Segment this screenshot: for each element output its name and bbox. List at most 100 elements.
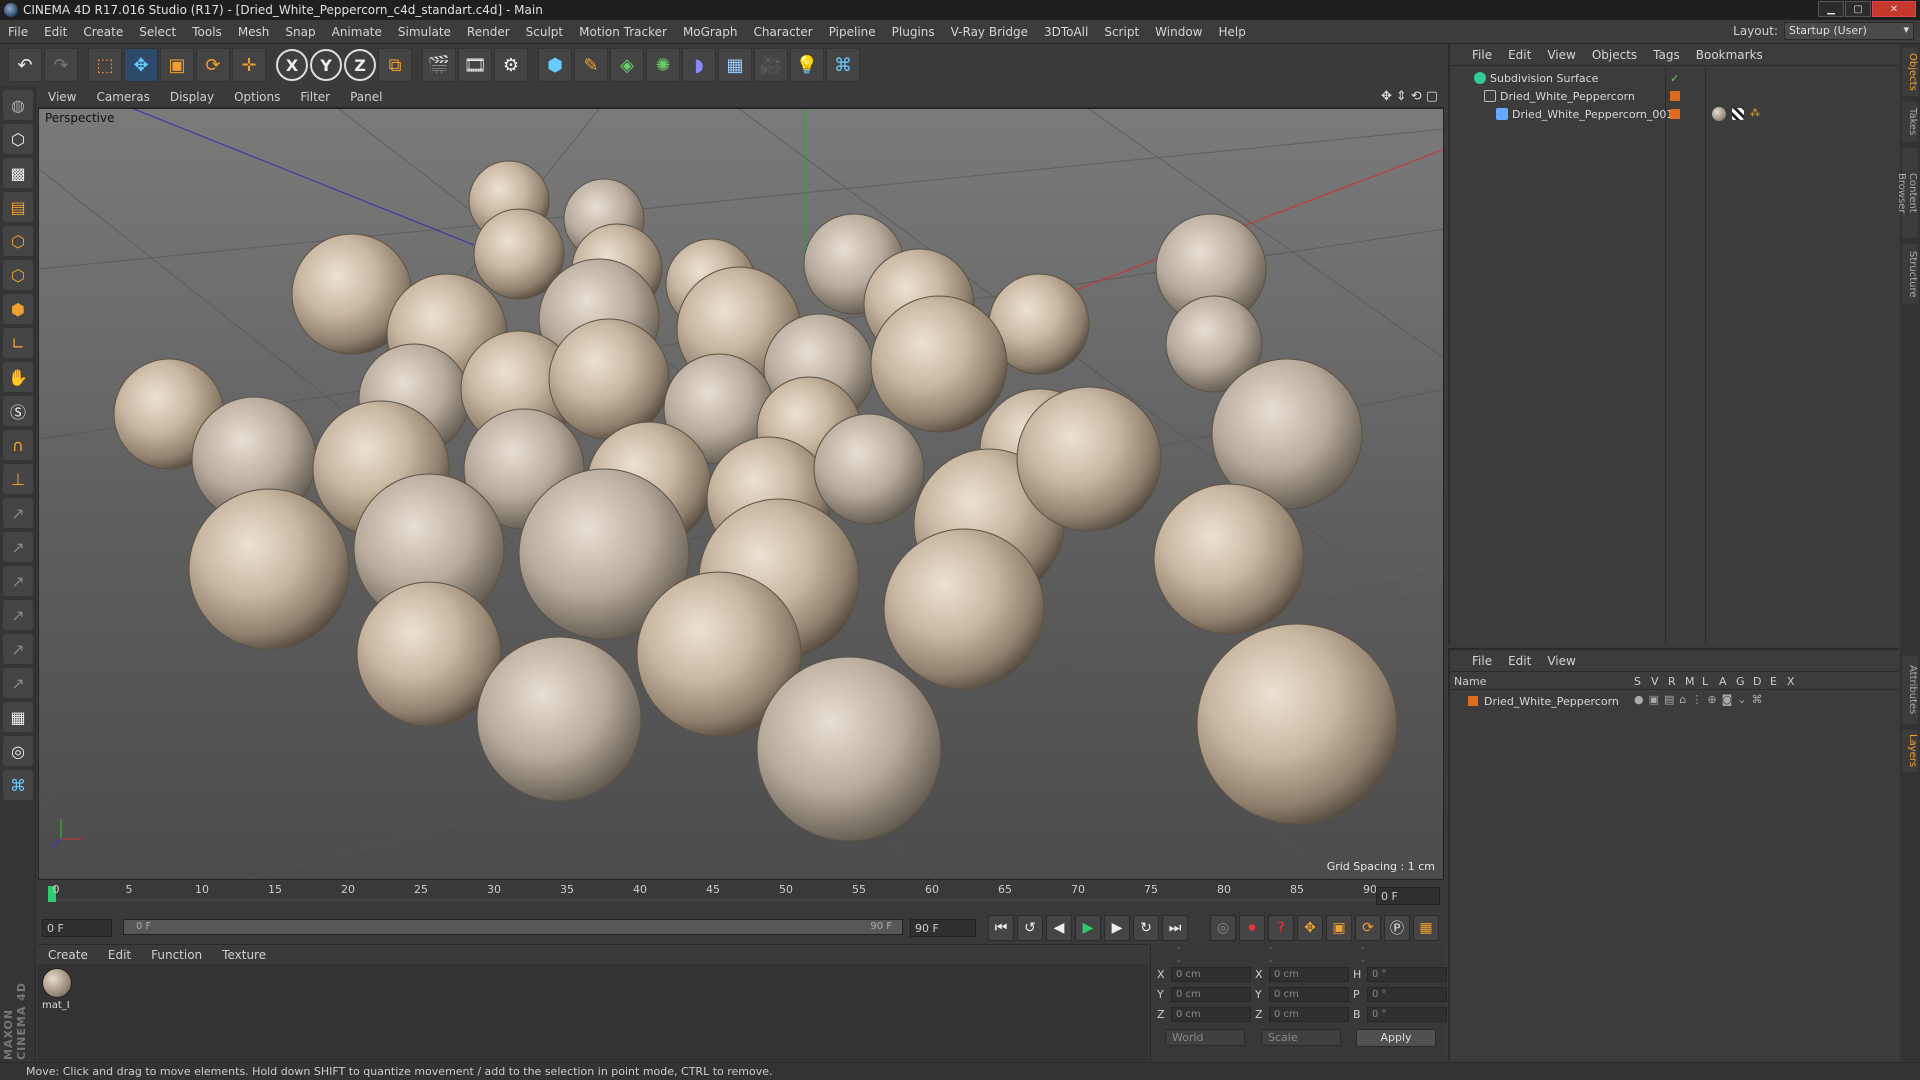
- menu-window[interactable]: Window: [1147, 25, 1210, 39]
- layout-dropdown[interactable]: Startup (User): [1784, 22, 1914, 40]
- live-selection-icon[interactable]: ⬚: [88, 48, 122, 82]
- size-y-field[interactable]: 0 cm: [1269, 986, 1349, 1002]
- viewport-menu-filter[interactable]: Filter: [290, 90, 340, 104]
- object-menu-view[interactable]: View: [1539, 48, 1583, 62]
- menu-sculpt[interactable]: Sculpt: [518, 25, 571, 39]
- tweak-mode-icon[interactable]: ✋: [3, 362, 33, 392]
- frame-ruler[interactable]: 0 5 10 15 20 25 30 35 40 45 50 55 60 65 …: [48, 882, 1378, 912]
- polygons-mode-icon[interactable]: ⬢: [3, 294, 33, 324]
- size-mode-dropdown[interactable]: Scale: [1261, 1029, 1341, 1046]
- column-header[interactable]: R: [1668, 675, 1676, 688]
- column-divider[interactable]: [1705, 66, 1706, 644]
- deformer-icon[interactable]: ◗: [682, 48, 716, 82]
- keyframe-selection-icon[interactable]: ?: [1268, 915, 1294, 941]
- layer-menu-edit[interactable]: Edit: [1500, 654, 1539, 668]
- move-tool-icon[interactable]: ✥: [124, 48, 158, 82]
- object-row[interactable]: Dried_White_Peppercorn: [1450, 87, 1900, 105]
- viewport-menu-cameras[interactable]: Cameras: [86, 90, 159, 104]
- tab-structure[interactable]: Structure: [1902, 244, 1918, 304]
- viewport-menu-panel[interactable]: Panel: [340, 90, 392, 104]
- max-frame-field[interactable]: 90 F: [910, 919, 976, 937]
- material-menu-edit[interactable]: Edit: [98, 948, 141, 962]
- layer-row[interactable]: Dried_White_Peppercorn ●▣▤⌂⋮⊕◙⌄⌘: [1450, 692, 1900, 710]
- object-menu-objects[interactable]: Objects: [1584, 48, 1645, 62]
- checker-lock-icon[interactable]: ▦: [3, 702, 33, 732]
- maximize-button[interactable]: ▢: [1845, 1, 1871, 17]
- material-menu-function[interactable]: Function: [141, 948, 212, 962]
- column-header[interactable]: V: [1651, 675, 1659, 688]
- close-button[interactable]: ✕: [1872, 1, 1916, 17]
- layer-color-swatch[interactable]: [1468, 696, 1478, 706]
- workplane-icon[interactable]: ▤: [3, 192, 33, 222]
- tab-attributes[interactable]: Attributes: [1902, 656, 1918, 724]
- column-header[interactable]: E: [1770, 675, 1777, 688]
- position-z-field[interactable]: 0 cm: [1171, 1006, 1251, 1022]
- viewport-camera-label[interactable]: Perspective: [45, 111, 115, 125]
- pan-icon[interactable]: ✥: [1381, 89, 1392, 104]
- scale-tool-icon[interactable]: ▣: [160, 48, 194, 82]
- object-row[interactable]: Subdivision Surface ✓: [1450, 69, 1900, 87]
- cube-primitive-icon[interactable]: ⬢: [538, 48, 572, 82]
- object-menu-file[interactable]: File: [1464, 48, 1500, 62]
- render-settings-icon[interactable]: ⚙: [494, 48, 528, 82]
- sculpt-smooth-icon[interactable]: ↗: [3, 566, 33, 596]
- minimize-button[interactable]: ▁: [1818, 1, 1844, 17]
- key-position-icon[interactable]: ✥: [1297, 915, 1323, 941]
- sculpt-pull-icon[interactable]: ↗: [3, 532, 33, 562]
- key-parameter-icon[interactable]: Ⓟ: [1384, 915, 1410, 941]
- axis-mode-icon[interactable]: ∟: [3, 328, 33, 358]
- workplane-axis-icon[interactable]: ⊥: [3, 464, 33, 494]
- rotation-h-field[interactable]: 0 °: [1367, 966, 1447, 982]
- timeline-ruler[interactable]: 0 5 10 15 20 25 30 35 40 45 50 55 60 65 …: [38, 882, 1444, 912]
- layer-menu-view[interactable]: View: [1539, 654, 1583, 668]
- enabled-check-icon[interactable]: ✓: [1670, 72, 1679, 85]
- layer-color-tag[interactable]: [1670, 109, 1680, 119]
- autokey-icon[interactable]: ⏺: [1239, 915, 1265, 941]
- menu-script[interactable]: Script: [1096, 25, 1147, 39]
- material-tag-icon[interactable]: [1712, 107, 1726, 121]
- menu-create[interactable]: Create: [75, 25, 131, 39]
- maximize-view-icon[interactable]: ▢: [1426, 89, 1438, 104]
- key-pla-icon[interactable]: ▦: [1413, 915, 1439, 941]
- apply-button[interactable]: Apply: [1356, 1029, 1436, 1047]
- rotation-b-field[interactable]: 0 °: [1367, 1006, 1447, 1022]
- render-picture-viewer-icon[interactable]: 🎞: [458, 48, 492, 82]
- end-frame-field[interactable]: 0 F: [1376, 887, 1440, 905]
- object-name[interactable]: Subdivision Surface: [1490, 72, 1598, 85]
- object-name[interactable]: Dried_White_Peppercorn_001: [1512, 108, 1673, 121]
- material-menu-texture[interactable]: Texture: [212, 948, 276, 962]
- material-name[interactable]: mat_I: [42, 1000, 70, 1011]
- key-scale-icon[interactable]: ▣: [1326, 915, 1352, 941]
- layer-name[interactable]: Dried_White_Peppercorn: [1484, 695, 1619, 708]
- viewport-menu-view[interactable]: View: [38, 90, 86, 104]
- play-icon[interactable]: ▶: [1075, 915, 1101, 941]
- record-keys-icon[interactable]: ◎: [1210, 915, 1236, 941]
- material-menu-create[interactable]: Create: [38, 948, 98, 962]
- menu-mesh[interactable]: Mesh: [230, 25, 278, 39]
- light-icon[interactable]: 💡: [790, 48, 824, 82]
- 3d-viewport[interactable]: Perspective Grid Spacing : 1 cm: [38, 108, 1444, 880]
- key-rotation-icon[interactable]: ⟳: [1355, 915, 1381, 941]
- menu-plugins[interactable]: Plugins: [884, 25, 943, 39]
- tab-objects[interactable]: Objects: [1902, 48, 1918, 96]
- menu-render[interactable]: Render: [459, 25, 518, 39]
- menu-animate[interactable]: Animate: [324, 25, 390, 39]
- object-row[interactable]: Dried_White_Peppercorn_001 ⁂: [1450, 105, 1900, 123]
- viewport-menu-options[interactable]: Options: [224, 90, 290, 104]
- column-header[interactable]: L: [1702, 675, 1708, 688]
- python-icon[interactable]: ⌘: [826, 48, 860, 82]
- soft-selection-icon[interactable]: ◎: [3, 736, 33, 766]
- subdivision-surface-icon[interactable]: ◈: [610, 48, 644, 82]
- transform-icon[interactable]: ✛: [232, 48, 266, 82]
- column-header[interactable]: S: [1634, 675, 1641, 688]
- menu-motion-tracker[interactable]: Motion Tracker: [571, 25, 675, 39]
- layer-flag-icons[interactable]: ●▣▤⌂⋮⊕◙⌄⌘: [1634, 693, 1767, 706]
- column-header[interactable]: G: [1736, 675, 1745, 688]
- layer-color-tag[interactable]: [1670, 91, 1680, 101]
- sculpt-brush-icon[interactable]: ↗: [3, 498, 33, 528]
- tab-layers[interactable]: Layers: [1902, 730, 1918, 772]
- go-to-end-icon[interactable]: ⏭: [1162, 915, 1188, 941]
- sculpt-inflate-icon[interactable]: ↗: [3, 600, 33, 630]
- viewport-menu-display[interactable]: Display: [160, 90, 224, 104]
- object-name[interactable]: Dried_White_Peppercorn: [1500, 90, 1635, 103]
